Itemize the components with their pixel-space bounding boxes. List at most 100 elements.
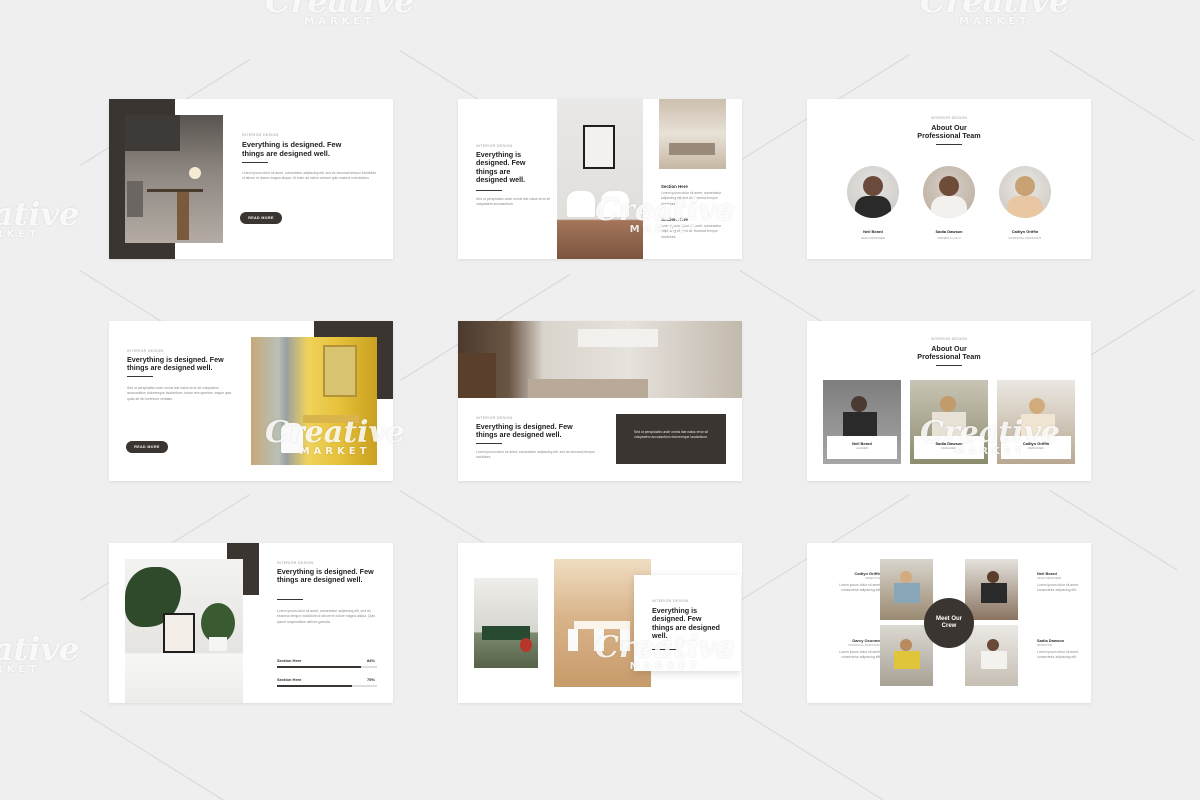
member-name: Sadia Dawson — [935, 229, 963, 234]
interior-photo — [659, 99, 726, 169]
slide-2[interactable]: INTERIOR DESIGN Everything is designed. … — [458, 99, 742, 259]
member-name: Neil Beard — [863, 229, 883, 234]
piano — [458, 353, 496, 398]
slide-7[interactable]: INTERIOR DESIGN Everything is designed. … — [109, 543, 393, 703]
frame — [163, 613, 195, 653]
crew-role: FINANCIAL ASSISTANT — [848, 643, 881, 647]
crew-photo — [880, 559, 933, 620]
heading-underline — [476, 190, 502, 192]
body — [1021, 414, 1055, 438]
slide-label: INTERIOR DESIGN — [652, 599, 689, 603]
skill-track — [277, 666, 377, 668]
head — [987, 639, 999, 651]
slide-paragraph: Sed ut perspiciatis unde omnis iste natu… — [127, 386, 232, 401]
wall-cabinet — [578, 329, 658, 347]
watermark-sub: MARKET — [0, 664, 41, 675]
slide-paragraph: Lorem ipsum dolor sit amet, consectetur … — [242, 171, 377, 181]
quote-text: Sed ut perspiciatis unde omnis iste natu… — [634, 430, 709, 440]
avatar — [923, 166, 975, 218]
plants-photo — [125, 559, 243, 703]
head — [987, 571, 999, 583]
table — [574, 621, 630, 629]
sofa — [669, 143, 715, 155]
watermark-sub: MARKET — [304, 16, 376, 27]
body — [1007, 196, 1043, 218]
desk-photo — [125, 115, 223, 243]
meet-crew-text: Meet Our Crew — [935, 615, 962, 629]
heading-underline — [936, 365, 962, 367]
crew-member: Neil Beard LEAD DESIGNER Lorem ipsum dol… — [1037, 571, 1087, 594]
mirror — [323, 345, 357, 397]
chair — [281, 423, 303, 453]
watermark-line — [79, 710, 250, 800]
slide-label: INTERIOR DESIGN — [242, 133, 279, 137]
sofa — [528, 379, 648, 398]
heading-underline — [652, 649, 678, 651]
chair-right — [601, 191, 629, 217]
skill-percent: 84% — [367, 658, 376, 663]
vanity-shelf — [303, 415, 359, 423]
slide-1[interactable]: INTERIOR DESIGN Everything is designed. … — [109, 99, 393, 259]
watermark: CreativeMARKET — [265, 0, 414, 27]
pot — [209, 637, 227, 651]
body — [855, 196, 891, 218]
crew-text: Lorem ipsum dolor sit amet, consectetur … — [839, 583, 881, 593]
head — [900, 639, 912, 651]
slide-heading: Everything is designed. Few things are d… — [127, 355, 224, 373]
quote-box: Sed ut perspiciatis unde omnis iste natu… — [616, 414, 726, 464]
red-chair — [520, 638, 532, 652]
read-more-button[interactable]: READ MORE — [240, 212, 282, 224]
vanity-photo — [251, 337, 377, 465]
chair — [620, 629, 630, 651]
desk-leg — [177, 192, 189, 240]
slide-paragraph: Lorem ipsum dolor sit amet, consectetur … — [476, 450, 595, 460]
watermark-brand: Creative — [265, 0, 415, 20]
body — [981, 583, 1007, 603]
member-role: OWNER & C.E.O — [937, 236, 961, 240]
skill-percent: 75% — [367, 677, 376, 682]
watermark-brand: Creative — [920, 0, 1070, 20]
slide-6[interactable]: INTERIOR DESIGN About Our Professional T… — [807, 321, 1091, 481]
read-more-button[interactable]: READ MORE — [126, 441, 168, 453]
slide-paragraph: Sed ut perspiciatis unde omnis iste natu… — [476, 197, 551, 207]
slide-label: INTERIOR DESIGN — [930, 337, 968, 341]
head — [940, 396, 956, 412]
head — [939, 176, 959, 196]
crew-text: Lorem ipsum dolor sit amet, consectetur … — [1037, 650, 1079, 660]
watermark-brand: Creative — [0, 630, 80, 668]
crew-role: INVESTOR — [1037, 643, 1053, 647]
slide-3[interactable]: INTERIOR DESIGN About Our Professional T… — [807, 99, 1091, 259]
head — [900, 571, 912, 583]
chairs-photo — [557, 99, 643, 259]
watermark: CreativeMARKET — [0, 630, 79, 675]
slide-label: INTERIOR DESIGN — [930, 116, 968, 120]
slide-paragraph: Lorem ipsum dolor sit amet, consectetur … — [277, 609, 376, 624]
member-role: DESIGNER — [1028, 446, 1044, 450]
slide-5[interactable]: INTERIOR DESIGN Everything is designed. … — [458, 321, 742, 481]
section-text: Lorem ipsum dolor sit amet, consectetur … — [661, 191, 722, 206]
slide-heading: About Our Professional Team — [917, 344, 981, 362]
skill-fill — [277, 685, 352, 687]
chair — [594, 629, 604, 651]
member-card: Caitlyn Griffin DESIGNER — [1001, 436, 1071, 459]
chair — [568, 629, 578, 651]
slide-8[interactable]: INTERIOR DESIGN Everything is designed. … — [458, 543, 742, 703]
crew-member: Darcy Oconner FINANCIAL ASSISTANT Lorem … — [825, 638, 881, 661]
slide-label: INTERIOR DESIGN — [476, 416, 513, 420]
meet-crew-badge: Meet Our Crew — [924, 598, 974, 648]
slide-9[interactable]: Caitlyn Griffin DIRECTOR Lorem ipsum dol… — [807, 543, 1091, 703]
heading-underline — [127, 376, 153, 378]
watermark-sub: MARKET — [959, 16, 1031, 27]
member-role: LEADER — [855, 446, 868, 450]
living-room-photo — [458, 321, 742, 398]
avatar — [847, 166, 899, 218]
crew-photo — [880, 625, 933, 686]
crew-member: Sadia Dawson INVESTOR Lorem ipsum dolor … — [1037, 638, 1087, 661]
desk-top — [147, 189, 203, 192]
slide-heading: Everything is designed. Few things are d… — [476, 150, 526, 185]
member-card: Sadia Dawson MANAGER — [914, 436, 984, 459]
watermark-brand: Creative — [0, 195, 80, 233]
skill-fill — [277, 666, 361, 668]
slide-4[interactable]: INTERIOR DESIGN Everything is designed. … — [109, 321, 393, 481]
body — [931, 196, 967, 218]
